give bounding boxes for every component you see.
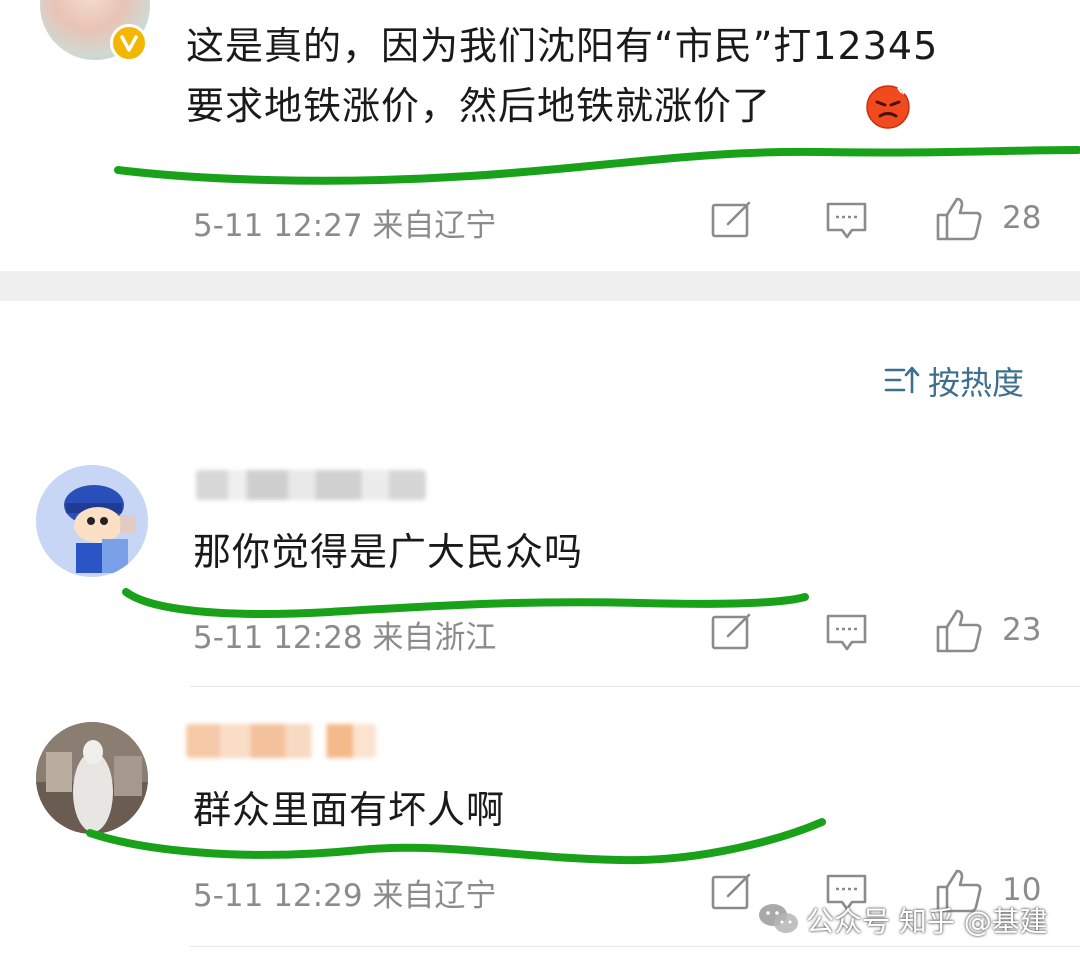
username-redacted <box>196 470 426 500</box>
row-divider <box>190 686 1080 687</box>
username-redacted <box>186 724 376 758</box>
like-count: 28 <box>1002 200 1042 236</box>
avatar[interactable] <box>36 722 148 834</box>
share-icon[interactable] <box>710 872 754 912</box>
comment-meta: 5-11 12:28 来自浙江 <box>193 620 497 656</box>
watermark-text: 公众号 知乎 @基建 <box>806 905 1048 938</box>
highlight-underlines <box>86 146 1080 865</box>
row-divider <box>190 946 1080 947</box>
verified-badge-icon <box>110 24 148 62</box>
share-icon[interactable] <box>710 612 754 652</box>
comment-icon[interactable] <box>825 612 869 656</box>
like-icon[interactable] <box>935 607 983 655</box>
comment-icon[interactable] <box>825 200 869 244</box>
share-icon[interactable] <box>710 200 754 240</box>
comment-meta: 5-11 12:29 来自辽宁 <box>193 878 497 914</box>
comment-text-line2: 要求地铁涨价，然后地铁就涨价了 <box>186 84 772 128</box>
comment-meta: 5-11 12:27 来自辽宁 <box>193 208 497 244</box>
like-count: 23 <box>1002 612 1042 648</box>
avatar[interactable] <box>36 465 148 577</box>
underline-2 <box>122 588 809 618</box>
underline-1 <box>114 146 1080 185</box>
comment-text: 群众里面有坏人啊 <box>193 788 506 832</box>
like-icon[interactable] <box>935 195 983 243</box>
section-divider <box>0 271 1080 301</box>
comment-text: 这是真的，因为我们沈阳有“市民”打12345 <box>186 24 939 68</box>
comment-text: 要求地铁涨价，然后地铁就涨价了 <box>186 76 771 136</box>
angry-face-icon <box>864 82 912 130</box>
sort-icon <box>884 364 920 396</box>
comment-text: 那你觉得是广大民众吗 <box>193 530 584 574</box>
wechat-icon <box>758 902 800 936</box>
sort-label: 按热度 <box>928 364 1025 402</box>
